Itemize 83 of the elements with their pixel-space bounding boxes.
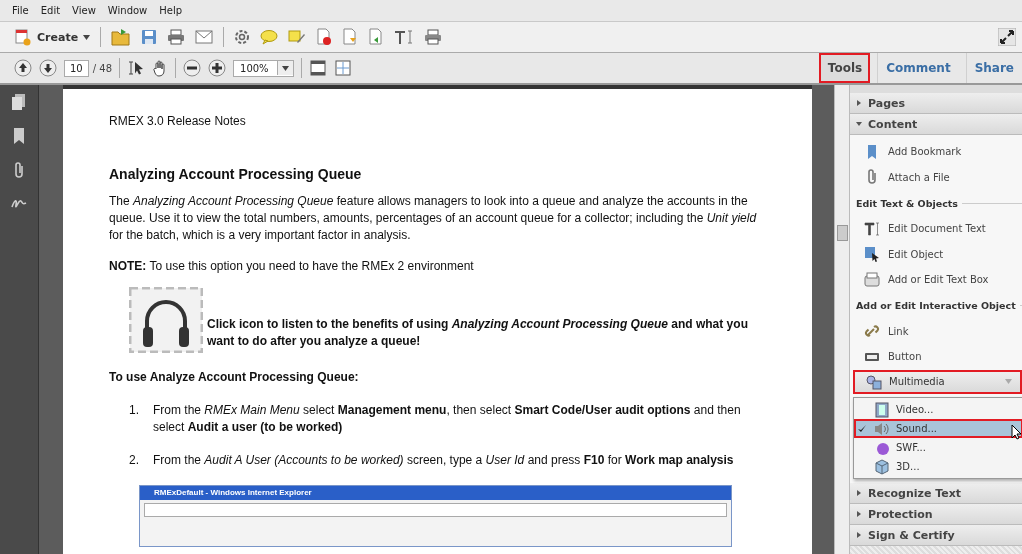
expand-icon[interactable]: [998, 28, 1016, 46]
steps-heading: To use Analyze Account Processing Queue:: [109, 369, 360, 386]
headphones-icon[interactable]: [129, 287, 203, 353]
tool-item[interactable]: Link: [850, 318, 1022, 344]
menu-option[interactable]: Sound...: [854, 419, 1022, 438]
step-number: 1.: [129, 402, 140, 419]
zoom-out-icon[interactable]: [183, 59, 201, 77]
group-heading: Edit Text & Objects: [856, 197, 959, 209]
arrow-up-icon[interactable]: [14, 59, 32, 77]
settings-icon[interactable]: [234, 29, 251, 45]
expander-triangle-icon[interactable]: [856, 490, 862, 496]
menu-option[interactable]: 3D...: [854, 457, 1022, 476]
chain-link-icon: [864, 323, 880, 340]
text-cursor-icon[interactable]: [394, 29, 415, 45]
audio-instruction: Click icon to listen to the benefits of using Analyzing Account Processing Queue and what you want to do after you analyze a queue!: [207, 316, 749, 350]
expander-triangle-icon[interactable]: [856, 100, 862, 106]
note-text: NOTE: To use this option you need to have the RMEx 2 environment: [109, 258, 475, 275]
page-count: / 48: [92, 62, 112, 74]
multimedia-dropdown[interactable]: Multimedia: [853, 369, 1022, 394]
object-pointer-icon: [864, 246, 880, 263]
scrollbar-thumb[interactable]: [837, 225, 848, 241]
film-icon: [874, 401, 890, 418]
pages-icon[interactable]: [11, 93, 27, 111]
open-folder-icon[interactable]: [111, 28, 132, 46]
document-header: RMEX 3.0 Release Notes: [109, 113, 247, 130]
step-number: 2.: [129, 452, 140, 469]
caret-icon: [281, 66, 289, 71]
caret-icon: [1005, 379, 1012, 384]
document-icon: [14, 28, 32, 46]
menu-item[interactable]: View: [72, 5, 96, 16]
tool-item[interactable]: Button: [850, 344, 1022, 370]
select-cursor-icon[interactable]: [127, 60, 145, 76]
panel-section-header[interactable]: Content: [850, 114, 1022, 135]
note-pencil-icon[interactable]: [288, 29, 307, 45]
tool-item[interactable]: Attach a File: [850, 164, 1022, 190]
text-cursor-icon: [864, 220, 880, 237]
tool-item[interactable]: Edit Document Text: [850, 216, 1022, 242]
page-number-field[interactable]: 10: [64, 59, 89, 77]
fit-page-icon[interactable]: [333, 59, 352, 77]
document-badge-icon[interactable]: [316, 28, 333, 46]
panel-tab[interactable]: Share: [965, 53, 1022, 83]
paragraph: The Analyzing Account Processing Queue feature allows managers to look into a queue and analyze the accounts in the queue. Use it to view the total numbers, amounts, percentages of an account queue for a collector; including the Unit yield for the batch, which is a very important factor in analysis.: [109, 193, 758, 244]
menu-item[interactable]: Edit: [40, 5, 61, 16]
zoom-dropdown[interactable]: 100%: [233, 59, 294, 77]
menu-item[interactable]: Window: [107, 5, 148, 16]
create-button[interactable]: Create: [14, 28, 91, 46]
expander-triangle-icon[interactable]: [856, 532, 862, 538]
panel-tab[interactable]: Comment: [877, 53, 959, 83]
group-heading: Add or Edit Interactive Object: [856, 300, 1016, 311]
menu-option[interactable]: SWF...: [854, 438, 1022, 457]
bookmark-icon[interactable]: [13, 127, 25, 145]
menu-item[interactable]: Help: [159, 5, 183, 16]
hand-icon[interactable]: [152, 59, 168, 77]
step-text: From the RMEx Main Menu select Management menu, then select Smart Code/User audit options and then select Audit a user (to be worked): [153, 402, 742, 436]
menu-item[interactable]: File: [12, 5, 29, 16]
tool-item[interactable]: Add or Edit Text Box: [850, 267, 1022, 293]
arrow-down-icon[interactable]: [39, 59, 57, 77]
panel-section-header[interactable]: Pages: [850, 93, 1022, 114]
document-import-icon[interactable]: [368, 28, 385, 46]
fit-width-icon[interactable]: [308, 59, 327, 77]
save-icon[interactable]: [141, 29, 158, 45]
speaker-icon: [874, 420, 890, 437]
print-icon[interactable]: [167, 29, 186, 45]
browser-title-bar: RMExDefault - Windows Internet Explorer: [140, 486, 731, 500]
panel-section-header[interactable]: Recognize Text: [850, 483, 1022, 504]
expander-triangle-icon[interactable]: [856, 121, 862, 127]
email-icon[interactable]: [195, 30, 214, 44]
section-heading: Analyzing Account Processing Queue: [109, 166, 363, 183]
paperclip-icon[interactable]: [12, 161, 26, 179]
caret-icon: [83, 34, 91, 40]
step-text: From the Audit A User (Accounts to be worked) screen, type a User Id and press F10 for Work map analysis: [153, 452, 734, 469]
tool-item[interactable]: Edit Object: [850, 241, 1022, 267]
menu-option[interactable]: Video...: [854, 400, 1022, 419]
panel-section-header[interactable]: Sign & Certify: [850, 525, 1022, 546]
zoom-in-icon[interactable]: [208, 59, 226, 77]
cube-icon: [874, 458, 890, 475]
print-icon[interactable]: [424, 29, 443, 45]
text-box-icon: [864, 271, 880, 288]
multimedia-icon: [865, 373, 883, 390]
expander-triangle-icon[interactable]: [856, 511, 862, 517]
panel-tab[interactable]: Tools: [818, 53, 871, 83]
tool-item[interactable]: Add Bookmark: [850, 139, 1022, 165]
panel-section-header[interactable]: Protection: [850, 504, 1022, 525]
